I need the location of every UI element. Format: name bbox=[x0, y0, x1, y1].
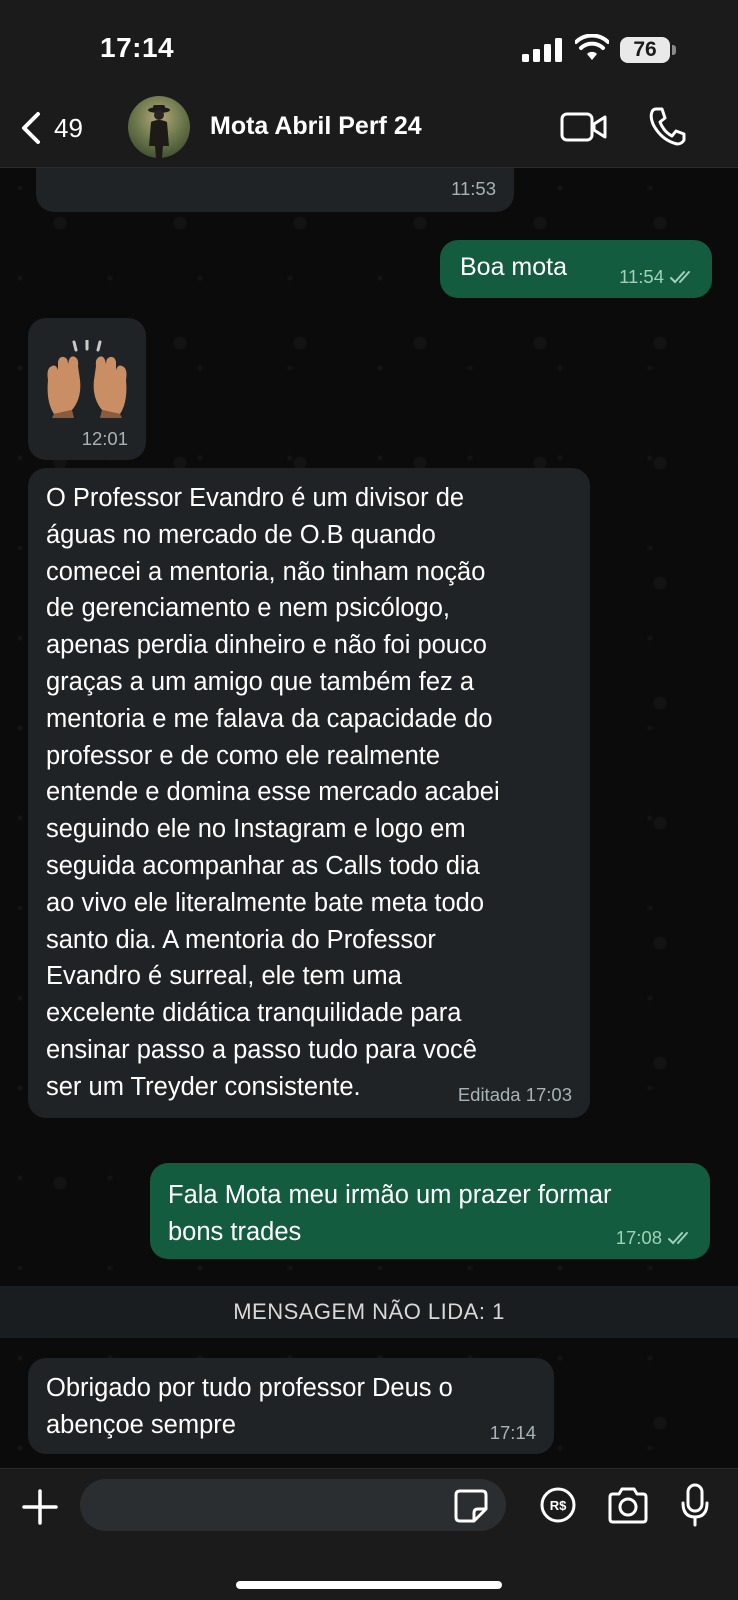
message-bubble-incoming[interactable]: 12:01 bbox=[28, 318, 146, 460]
message-time: 11:53 bbox=[451, 178, 496, 199]
message-text: Boa mota bbox=[460, 253, 568, 281]
message-bubble-incoming[interactable]: Obrigado por tudo professor Deus o abenç… bbox=[28, 1358, 554, 1454]
message-meta: 17:08 bbox=[616, 1227, 696, 1249]
rs-payment-icon[interactable]: R$ bbox=[540, 1487, 576, 1523]
message-meta: 11:54 bbox=[619, 266, 698, 288]
message-bubble-incoming[interactable]: 11:53 bbox=[36, 168, 514, 212]
chevron-left-icon bbox=[22, 112, 40, 144]
message-bubble-outgoing[interactable]: Fala Mota meu irmão um prazer formar bon… bbox=[150, 1163, 710, 1259]
cellular-signal-icon bbox=[522, 38, 562, 62]
message-text: Obrigado por tudo professor Deus o abenç… bbox=[46, 1374, 453, 1439]
message-time: 11:54 bbox=[619, 266, 664, 287]
svg-text:R$: R$ bbox=[550, 1498, 567, 1513]
unread-chats-count: 49 bbox=[54, 112, 83, 143]
phone-call-icon[interactable] bbox=[648, 106, 686, 146]
message-input-bar: R$ bbox=[0, 1468, 738, 1600]
home-indicator[interactable] bbox=[236, 1581, 502, 1589]
contact-name[interactable]: Mota Abril Perf 24 bbox=[210, 112, 422, 141]
video-call-icon[interactable] bbox=[560, 110, 608, 144]
read-ticks-icon bbox=[670, 271, 690, 284]
sticker-icon[interactable] bbox=[454, 1489, 488, 1523]
message-time: 17:08 bbox=[615, 1227, 662, 1248]
message-time: Editada 17:03 bbox=[457, 1084, 572, 1105]
status-time: 17:14 bbox=[100, 32, 175, 63]
unread-messages-banner: MENSAGEM NÃO LIDA: 1 bbox=[0, 1286, 738, 1338]
camera-icon[interactable] bbox=[606, 1487, 650, 1525]
chat-messages-area[interactable]: 11:53 Boa mota 11:54 12:01 O Professor E… bbox=[0, 168, 738, 1468]
message-input[interactable] bbox=[80, 1479, 506, 1531]
battery-indicator: 76 bbox=[620, 37, 676, 63]
message-time: 17:14 bbox=[489, 1422, 536, 1443]
message-text: O Professor Evandro é um divisor de água… bbox=[46, 484, 500, 1101]
contact-avatar[interactable] bbox=[128, 96, 190, 158]
chat-header: 49 Mota Abril Perf 24 bbox=[0, 90, 738, 168]
raising-hands-emoji-icon bbox=[47, 340, 127, 418]
status-bar: 17:14 76 bbox=[0, 0, 738, 90]
message-text: Fala Mota meu irmão um prazer formar bon… bbox=[168, 1181, 612, 1246]
read-ticks-icon bbox=[668, 1232, 688, 1245]
wifi-icon bbox=[575, 34, 609, 60]
message-meta: 17:14 bbox=[490, 1422, 536, 1444]
message-meta: 11:53 bbox=[451, 178, 496, 200]
plus-icon[interactable] bbox=[20, 1487, 60, 1527]
message-time: 12:01 bbox=[81, 428, 128, 449]
message-bubble-outgoing[interactable]: Boa mota 11:54 bbox=[440, 240, 712, 298]
message-meta: Editada 17:03 bbox=[458, 1084, 572, 1106]
person-silhouette-icon bbox=[148, 105, 170, 158]
message-meta: 12:01 bbox=[82, 428, 128, 450]
back-button[interactable]: 49 bbox=[18, 106, 83, 150]
message-bubble-incoming[interactable]: O Professor Evandro é um divisor de água… bbox=[28, 468, 590, 1118]
microphone-icon[interactable] bbox=[680, 1483, 710, 1527]
